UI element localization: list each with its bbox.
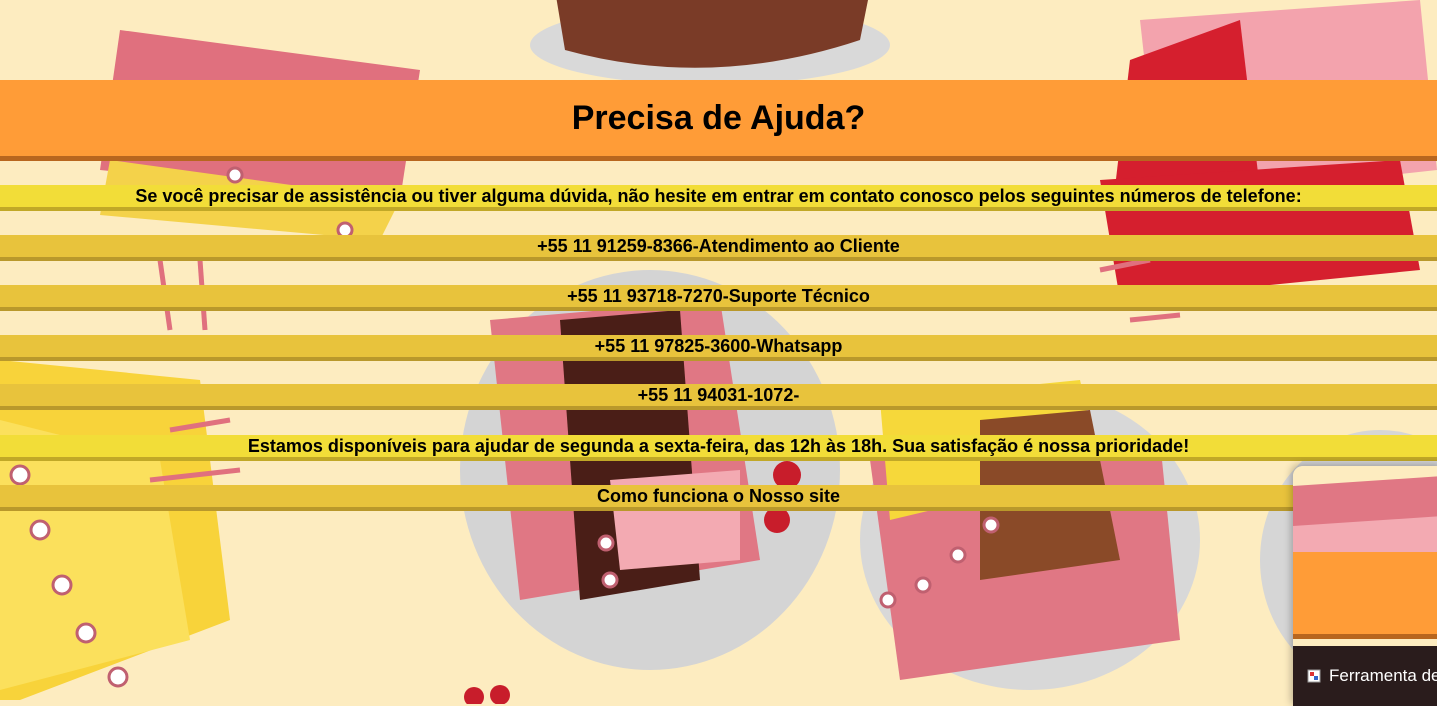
help-header: Precisa de Ajuda? bbox=[0, 80, 1437, 161]
tool-popup-preview[interactable]: Ferramenta de bbox=[1293, 466, 1437, 706]
popup-footer: Ferramenta de bbox=[1293, 646, 1437, 706]
phone-line-tech-support: +55 11 93718-7270-Suporte Técnico bbox=[0, 285, 1437, 311]
how-it-works-link[interactable]: Como funciona o Nosso site bbox=[0, 485, 1437, 511]
page-title: Precisa de Ajuda? bbox=[571, 98, 866, 137]
popup-cake-image bbox=[1293, 466, 1437, 556]
phone-line-other: +55 11 94031-1072- bbox=[0, 384, 1437, 410]
popup-label: Ferramenta de bbox=[1329, 666, 1437, 685]
popup-header-bar bbox=[1293, 552, 1437, 639]
tool-icon bbox=[1307, 669, 1321, 683]
phone-line-whatsapp: +55 11 97825-3600-Whatsapp bbox=[0, 335, 1437, 361]
intro-text: Se você precisar de assistência ou tiver… bbox=[0, 185, 1437, 211]
phone-line-customer-service: +55 11 91259-8366-Atendimento ao Cliente bbox=[0, 235, 1437, 261]
availability-text: Estamos disponíveis para ajudar de segun… bbox=[0, 435, 1437, 461]
